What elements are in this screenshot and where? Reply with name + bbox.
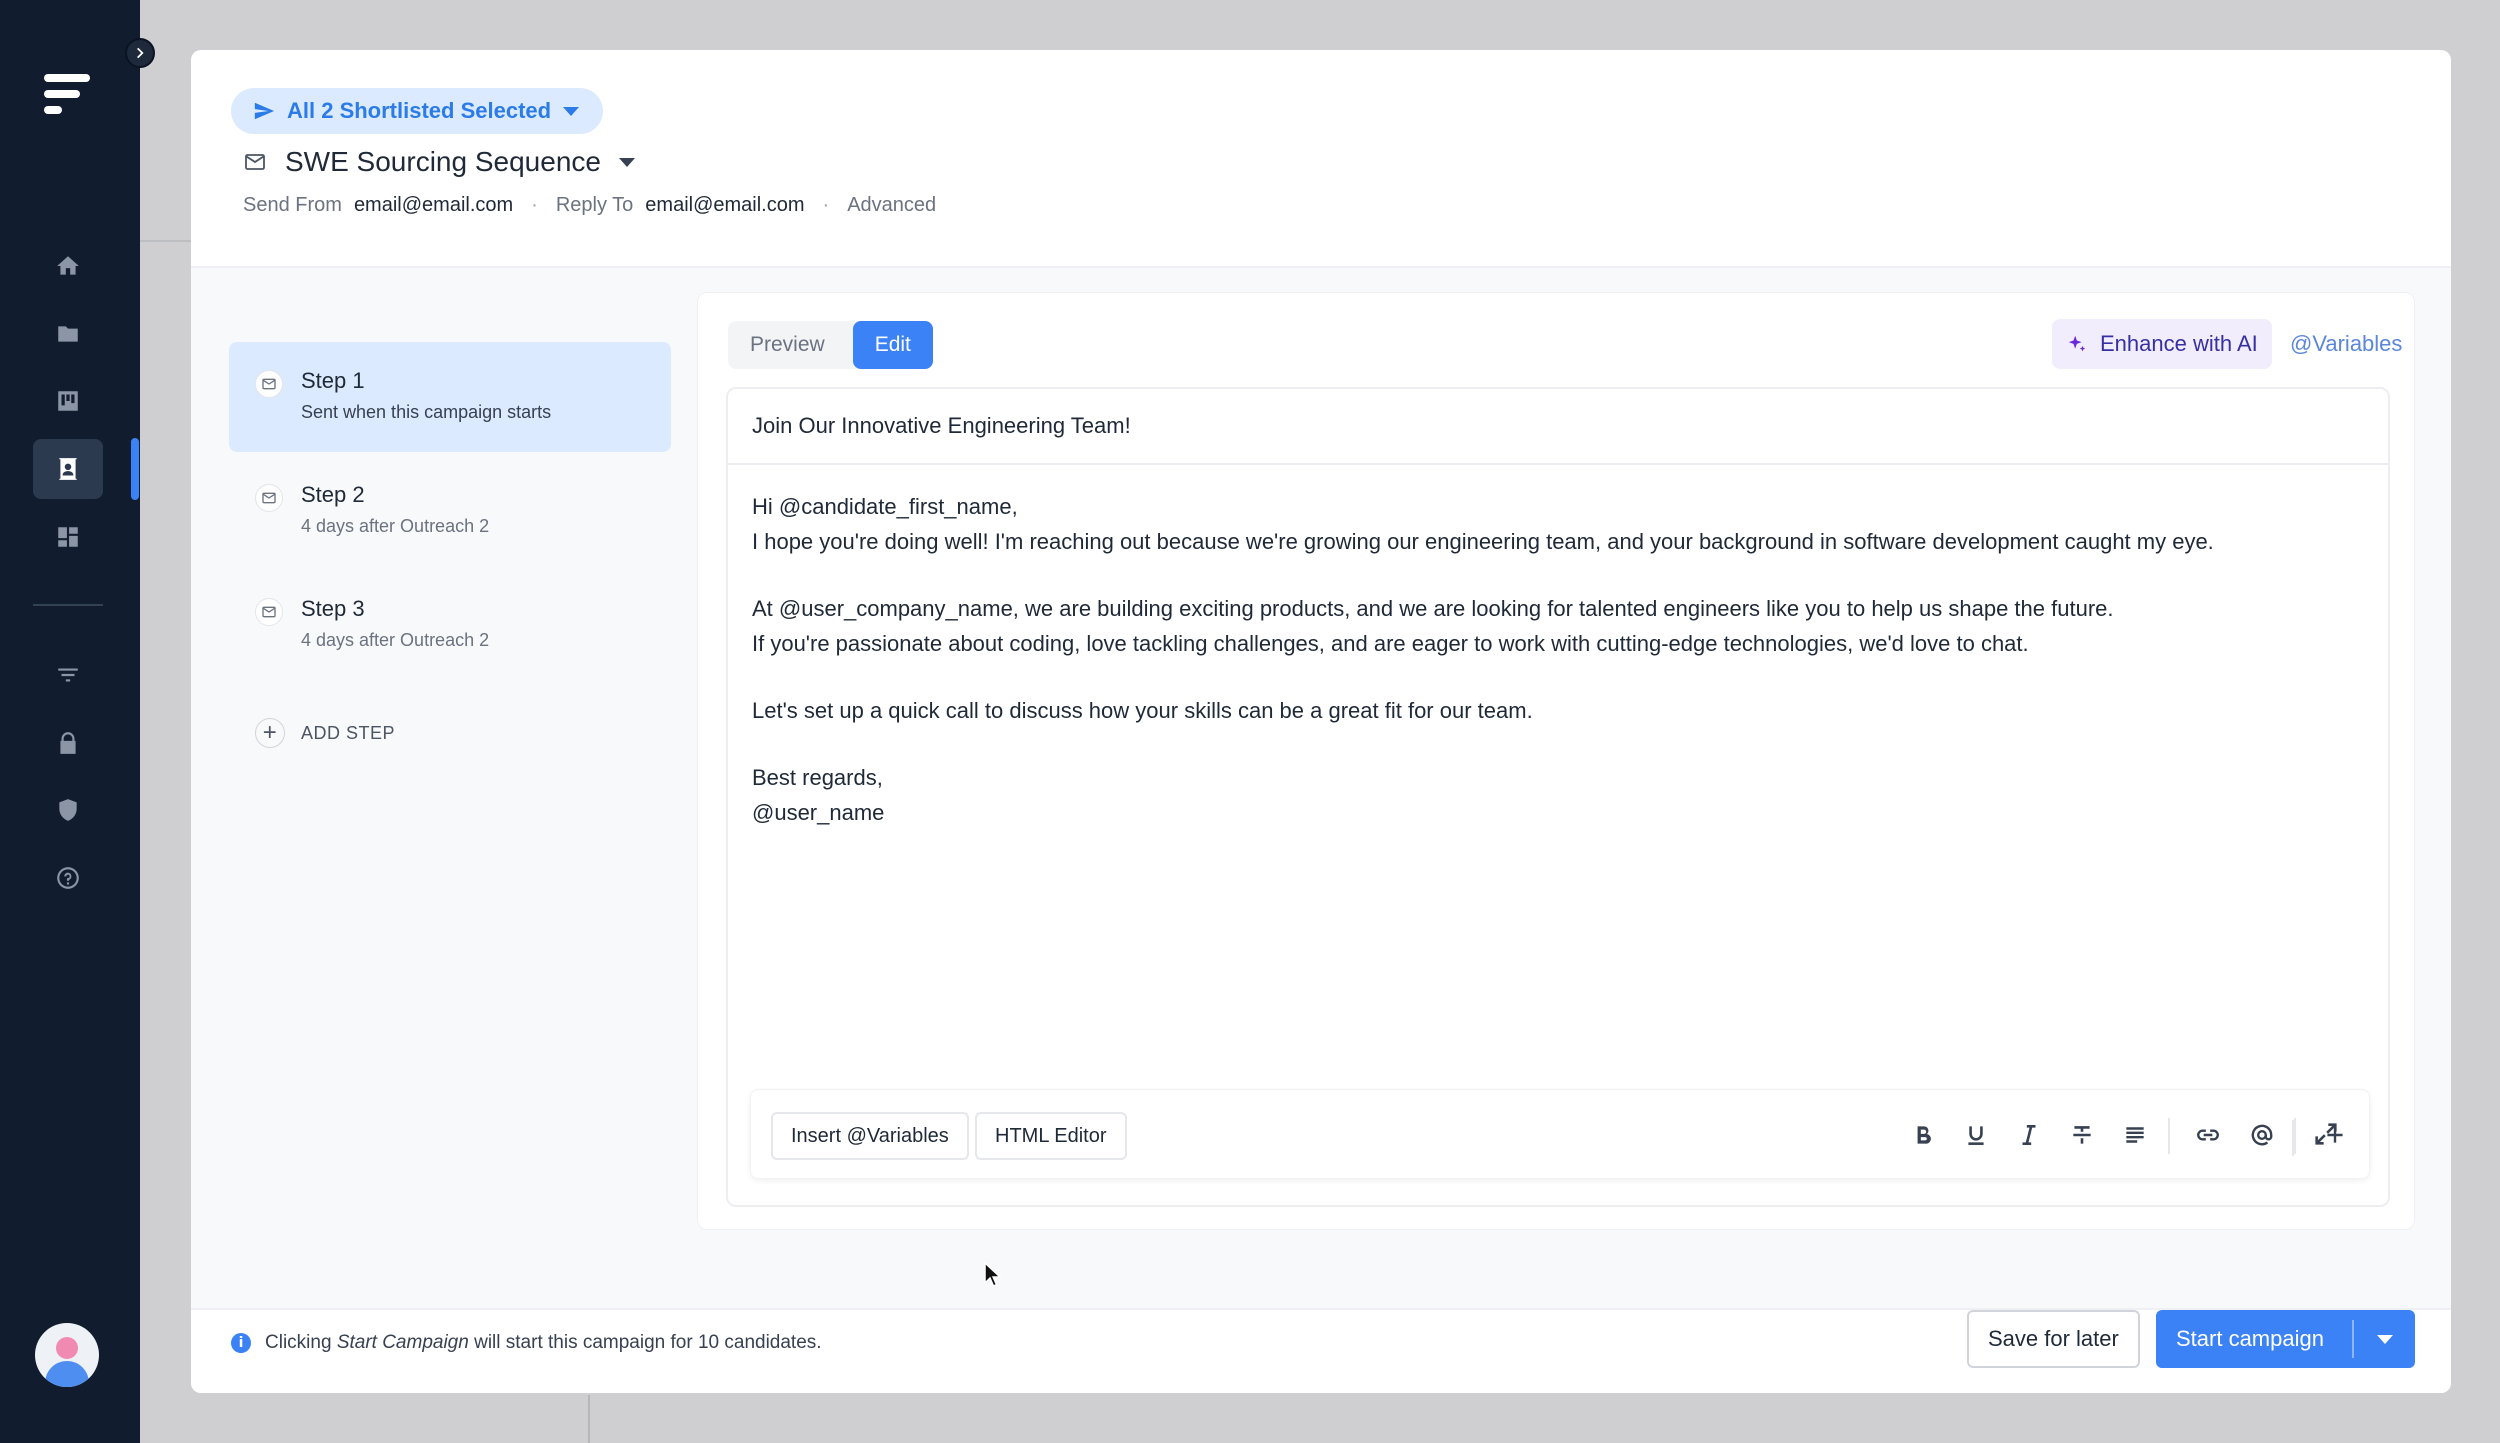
folder-icon[interactable] [33, 304, 103, 364]
subject-field[interactable]: Join Our Innovative Engineering Team! [728, 389, 2388, 465]
rail-divider [33, 604, 103, 606]
active-nav-indicator [131, 438, 139, 500]
mail-icon [255, 598, 283, 626]
expand-icon[interactable] [2312, 1120, 2346, 1154]
separator-dot: · [822, 194, 830, 216]
add-step-label: ADD STEP [301, 722, 396, 743]
start-campaign-label: Start campaign [2176, 1326, 2324, 1351]
info-suffix: will start this campaign for 10 candidat… [474, 1332, 822, 1353]
campaign-modal: All 2 Shortlisted Selected SWE Sourcing … [191, 50, 2451, 1393]
toolbar-divider [2292, 1120, 2294, 1156]
step-item[interactable]: Step 3 4 days after Outreach 2 [229, 570, 671, 680]
user-avatar[interactable] [35, 1323, 99, 1387]
step-name: Step 1 [301, 368, 365, 393]
editor-mode-tabs: Preview Edit [728, 321, 933, 369]
body-line: Let's set up a quick call to discuss how… [752, 698, 1533, 723]
sequence-title: SWE Sourcing Sequence [285, 146, 601, 177]
step-timing: 4 days after Outreach 2 [301, 516, 490, 536]
email-editor-card: Preview Edit Enhance with AI @Variables … [697, 292, 2415, 1230]
tab-edit[interactable]: Edit [852, 321, 933, 369]
caret-down-icon [563, 106, 580, 116]
body-line: Best regards, [752, 765, 883, 790]
save-for-later-button[interactable]: Save for later [1967, 1310, 2140, 1368]
insert-variables-button[interactable]: Insert @Variables [771, 1112, 969, 1160]
caret-down-icon [2376, 1334, 2393, 1344]
mention-icon[interactable] [2245, 1118, 2279, 1152]
sparkle-icon [2068, 335, 2086, 352]
italic-icon[interactable] [2012, 1118, 2046, 1152]
mail-icon [255, 484, 283, 512]
sequence-selector[interactable]: SWE Sourcing Sequence [243, 146, 635, 178]
mail-icon [245, 154, 265, 170]
format-toolbar: Insert @Variables HTML Editor [750, 1089, 2370, 1179]
mouse-cursor-icon [984, 1261, 1002, 1287]
strikethrough-icon[interactable] [2065, 1118, 2099, 1152]
underline-icon[interactable] [1959, 1118, 1993, 1152]
lock-icon[interactable] [33, 713, 103, 773]
background-divider [588, 1395, 590, 1443]
help-icon[interactable] [33, 848, 103, 908]
expand-sidebar-button[interactable] [125, 38, 155, 68]
toolbar-divider [2168, 1118, 2170, 1154]
contacts-icon[interactable] [33, 439, 103, 499]
variables-link[interactable]: @Variables [2290, 331, 2402, 357]
enhance-with-ai-button[interactable]: Enhance with AI [2052, 319, 2272, 369]
enhance-label: Enhance with AI [2100, 331, 2258, 356]
filter-icon[interactable] [33, 645, 103, 705]
chevron-right-icon [137, 47, 144, 59]
toolbar-divider [2294, 1118, 2296, 1154]
step-item[interactable]: Step 1 Sent when this campaign starts [229, 342, 671, 452]
shield-icon[interactable] [33, 780, 103, 840]
modal-header: All 2 Shortlisted Selected SWE Sourcing … [191, 50, 2451, 268]
advanced-link[interactable]: Advanced [847, 194, 936, 217]
body-line: Hi @candidate_first_name, [752, 494, 1018, 519]
start-campaign-button[interactable]: Start campaign [2156, 1310, 2415, 1368]
send-from-label: Send From [243, 194, 342, 216]
align-icon[interactable] [2118, 1118, 2152, 1152]
info-prefix: Clicking [265, 1332, 332, 1353]
caret-down-icon [618, 157, 635, 167]
send-from-value[interactable]: email@email.com [354, 194, 513, 217]
step-name: Step 3 [301, 596, 365, 621]
add-step-button[interactable]: + ADD STEP [255, 718, 395, 748]
plus-icon: + [255, 718, 285, 748]
html-editor-button[interactable]: HTML Editor [975, 1112, 1127, 1160]
background-divider [140, 240, 192, 242]
modal-footer: i Clicking Start Campaign will start thi… [191, 1308, 2451, 1393]
step-timing: Sent when this campaign starts [301, 402, 552, 422]
body-line: @user_name [752, 800, 885, 825]
campaign-info-note: i Clicking Start Campaign will start thi… [231, 1332, 822, 1354]
step-timing: 4 days after Outreach 2 [301, 630, 490, 650]
send-icon [254, 102, 275, 120]
email-editor[interactable]: Join Our Innovative Engineering Team! Hi… [726, 387, 2390, 1207]
candidate-selection-dropdown[interactable]: All 2 Shortlisted Selected [231, 88, 604, 134]
sender-settings: Send From email@email.com · Reply To ema… [243, 194, 936, 217]
email-body[interactable]: Hi @candidate_first_name, I hope you're … [752, 489, 2352, 830]
reply-to-value[interactable]: email@email.com [645, 194, 804, 217]
body-line: I hope you're doing well! I'm reaching o… [752, 529, 2214, 554]
mail-icon [255, 370, 283, 398]
step-name: Step 2 [301, 482, 365, 507]
bold-icon[interactable] [1906, 1118, 1940, 1152]
body-line: At @user_company_name, we are building e… [752, 596, 2114, 621]
start-options-dropdown[interactable] [2354, 1334, 2415, 1344]
body-line: If you're passionate about coding, love … [752, 631, 2029, 656]
home-icon[interactable] [33, 236, 103, 296]
tab-preview[interactable]: Preview [728, 321, 847, 369]
separator-dot: · [531, 194, 538, 216]
link-icon[interactable] [2191, 1118, 2225, 1152]
sidebar-rail [0, 0, 140, 1443]
reply-to-label: Reply To [555, 194, 634, 216]
app-logo[interactable] [44, 74, 94, 124]
board-icon[interactable] [33, 371, 103, 431]
info-emphasis: Start Campaign [336, 1332, 469, 1353]
dashboard-icon[interactable] [33, 507, 103, 567]
step-item[interactable]: Step 2 4 days after Outreach 2 [229, 456, 671, 566]
selection-label: All 2 Shortlisted Selected [287, 98, 552, 123]
info-icon: i [231, 1333, 251, 1353]
